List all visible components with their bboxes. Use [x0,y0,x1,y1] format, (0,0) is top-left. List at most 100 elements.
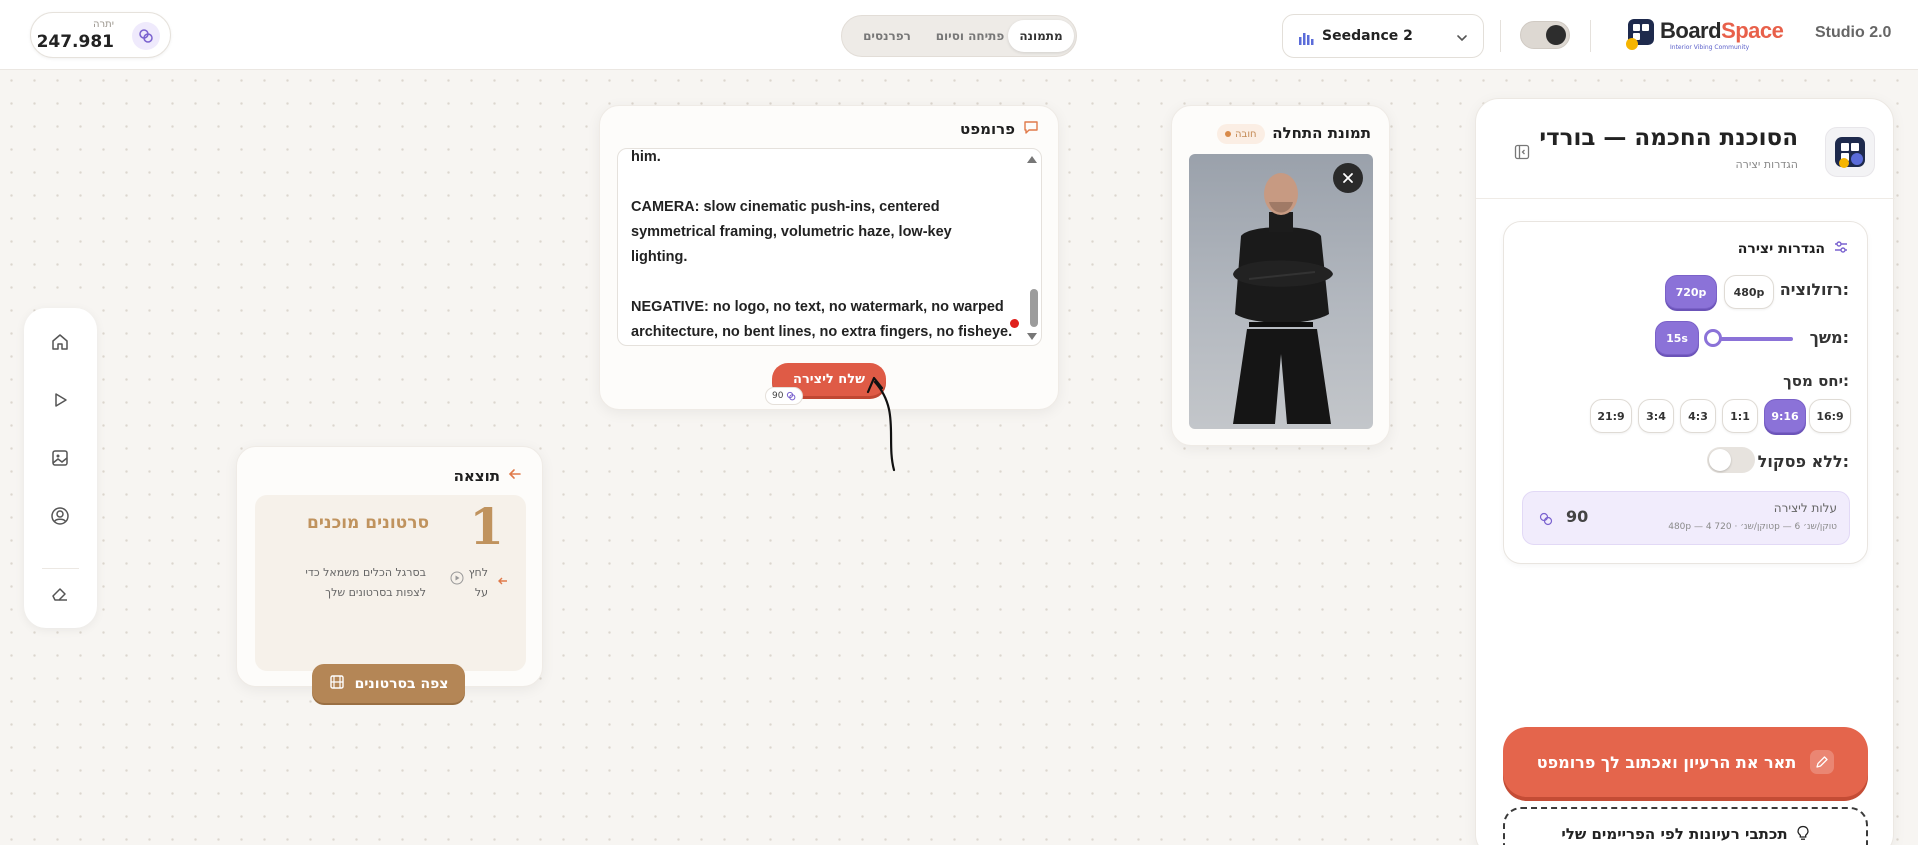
model-name: Seedance 2 [1322,28,1413,44]
tab-start-end[interactable]: פתיחה וסיום [926,20,1014,52]
watch-videos-button[interactable]: צפה בסרטונים [312,664,465,703]
user-icon[interactable] [48,504,72,528]
aspect-21-9[interactable]: 21:9 [1590,399,1632,433]
prompt-text: him. CAMERA: slow cinematic push-ins, ce… [631,149,1013,340]
red-dot [1010,319,1019,328]
arrow-left-small-icon [498,571,508,590]
prompt-title: פרומפט [960,120,1015,138]
agent-panel: הסוכנת החכמה — בורדי הגדרות יצירה הגדרות… [1475,98,1895,845]
home-icon[interactable] [48,330,72,354]
play-circle-icon [450,570,464,589]
resolution-480p[interactable]: 480p [1724,275,1774,309]
lightbulb-icon [1796,825,1810,845]
coin-icon [1539,511,1553,530]
no-soundtrack-label: ללא פסקול: [1757,452,1849,471]
eraser-icon[interactable] [48,581,72,605]
prompt-textarea[interactable]: him. CAMERA: slow cinematic push-ins, ce… [617,148,1042,346]
aspect-ratio-label: יחס מסך: [1783,372,1849,390]
settings-header: הגדרות יצירה [1738,239,1849,259]
film-icon [329,674,345,694]
credits-balance[interactable]: יתרה 247.981 [30,12,171,58]
result-hint: בסרגל הכלים משמאל כדי לצפות בסרטונים שלך [305,566,426,599]
model-bars-icon [1298,30,1314,49]
watch-videos-label: צפה בסרטונים [354,675,449,692]
credits-value: 247.981 [36,32,114,52]
prompt-card: פרומפט him. CAMERA: slow cinematic push-… [599,105,1059,410]
play-icon[interactable] [48,388,72,412]
tab-from-image[interactable]: מתמונה [1008,20,1074,52]
top-bar: יתרה 247.981 רפרנסים פתיחה וסיום מתמונה … [0,0,1918,70]
result-card: תוצאה 1 סרטונים מוכנים בסרגל הכלים משמאל… [236,446,543,703]
chat-bubble-icon [1023,119,1039,139]
required-badge: חובה [1217,124,1265,144]
describe-idea-button[interactable]: תאר את הרעיון ואכתוב לך פרומפט [1503,727,1868,797]
send-cost-value: 90 [772,391,784,401]
sliders-icon [1833,239,1849,259]
cost-summary: עלות ליצירה 480p — 4 טוקן/שנ׳ · 720p — 6… [1522,491,1850,545]
aspect-3-4[interactable]: 3:4 [1638,399,1674,433]
ideas-from-frames-button[interactable]: תכתבי רעיונות לפי הפריימים שלי [1503,807,1868,845]
agent-title: הסוכנת החכמה — בורדי [1539,125,1798,151]
close-icon [1343,173,1353,183]
resolution-label: רזולוציה: [1779,280,1849,299]
prompt-header: פרומפט [960,119,1039,139]
scroll-up-arrow[interactable] [1027,156,1037,163]
brand-name: BoardSpace [1660,18,1784,43]
start-image [1189,154,1373,429]
result-summary: 1 סרטונים מוכנים בסרגל הכלים משמאל כדי ל… [255,495,526,703]
describe-idea-label: תאר את הרעיון ואכתוב לך פרומפט [1536,752,1797,772]
agent-logo-icon [1835,137,1865,168]
aspect-9-16[interactable]: 9:16 [1764,399,1806,433]
chevron-down-icon [1455,30,1469,49]
brand-logo[interactable]: BoardSpace Interior Vibing Community [1624,16,1794,56]
aspect-16-9[interactable]: 16:9 [1809,399,1851,433]
required-dot [1225,131,1231,137]
toggle-knob [1709,449,1731,471]
send-cost-badge: 90 [765,387,804,405]
studio-label: Studio 2.0 [1815,24,1892,41]
scroll-down-arrow[interactable] [1027,333,1037,340]
videos-ready-label: סרטונים מוכנים [307,513,429,533]
start-image-title: תמונת התחלה [1272,124,1371,142]
aspect-4-3[interactable]: 4:3 [1680,399,1716,433]
video-count: 1 [469,497,504,556]
agent-panel-header: הסוכנת החכמה — בורדי הגדרות יצירה [1476,99,1895,199]
collapse-panel-icon[interactable] [1514,144,1530,164]
generation-settings: הגדרות יצירה רזולוציה: 720p 480p משך: 15… [1503,221,1868,564]
model-select[interactable]: Seedance 2 [1282,14,1484,58]
agent-subtitle: הגדרות יצירה [1735,158,1799,171]
pointer-cursor-icon [866,376,896,472]
duration-slider-track[interactable] [1711,337,1793,341]
brand-tagline: Interior Vibing Community [1670,44,1750,51]
arrow-left-icon [508,467,522,485]
credits-label: יתרה [93,19,114,30]
sidebar-divider [42,568,79,569]
cost-subtitle: 480p — 4 טוקן/שנ׳ · 720p — 6 טוקן/שנ׳ [1668,522,1837,532]
duration-label: משך: [1809,328,1849,347]
mode-switch: רפרנסים פתיחה וסיום מתמונה [841,15,1077,57]
image-icon[interactable] [48,446,72,470]
coin-icon [132,22,160,50]
remove-image-button[interactable] [1333,163,1363,193]
cost-value: 90 [1566,507,1589,526]
coin-icon [787,391,796,401]
resolution-720p[interactable]: 720p [1665,275,1717,309]
scrollbar-thumb[interactable] [1030,289,1038,327]
ideas-label: תכתבי רעיונות לפי הפריימים שלי [1561,825,1788,843]
toggle-knob [1546,25,1566,45]
result-title: תוצאה [453,467,500,485]
theme-toggle[interactable] [1520,21,1570,49]
pencil-icon [1810,750,1835,774]
tool-sidebar [24,308,97,628]
cost-title: עלות ליצירה [1773,501,1837,515]
duration-slider-knob[interactable] [1704,329,1722,347]
man-in-black-photo [1233,173,1333,424]
click-hint: לחץ על [468,566,488,599]
required-label: חובה [1235,128,1257,140]
boardspace-logo-icon [1626,19,1654,50]
aspect-1-1[interactable]: 1:1 [1722,399,1758,433]
divider [1500,20,1501,52]
result-header: תוצאה [454,467,522,485]
tab-references[interactable]: רפרנסים [850,20,924,52]
no-soundtrack-toggle[interactable] [1707,447,1755,473]
